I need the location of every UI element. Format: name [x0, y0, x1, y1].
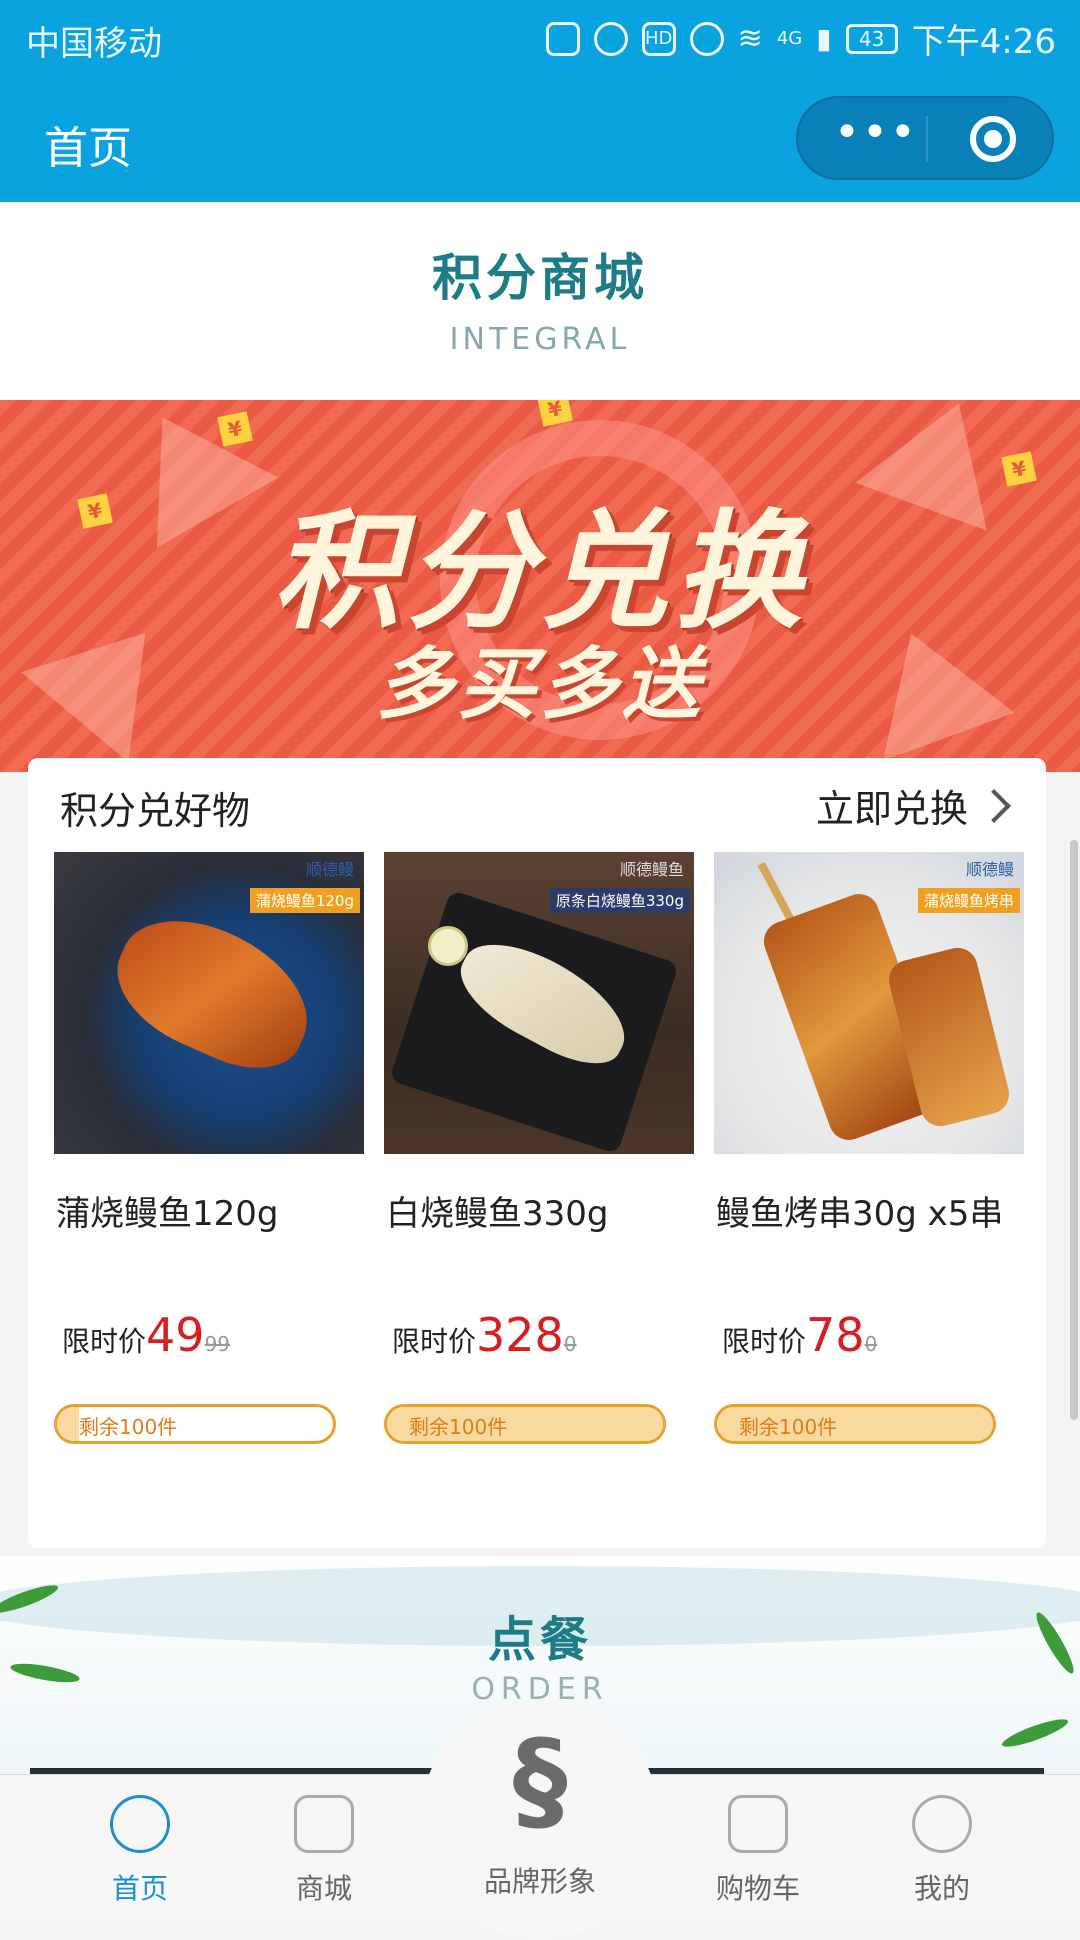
- page-title: 首页: [44, 123, 132, 174]
- tab-label: 购物车: [715, 1872, 800, 1905]
- stock-progress-fill: [57, 1407, 80, 1441]
- product-image-tag: 原条白烧鳗鱼330g: [549, 888, 690, 913]
- carrier-name: 中国移动: [26, 24, 162, 64]
- lemon-slice-image: [428, 926, 468, 966]
- product-image-tag: 蒲烧鳗鱼120g: [249, 888, 360, 913]
- product-price: 限时价3280: [392, 1308, 577, 1362]
- exchange-now-label: 立即兑换: [815, 787, 968, 831]
- product-card[interactable]: 顺德鳗 蒲烧鳗鱼120g 蒲烧鳗鱼120g 限时价4999 剩余100件: [54, 852, 364, 1452]
- status-bar: 中国移动 HD ≋ 4G ▮ 43 下午4:26: [0, 0, 1080, 74]
- tab-label: 我的: [913, 1872, 970, 1905]
- tab-label: 首页: [111, 1872, 168, 1905]
- scrollbar[interactable]: [1070, 840, 1078, 1420]
- stock-text: 剩余100件: [739, 1415, 838, 1439]
- chevron-right-icon: [977, 788, 1011, 823]
- stock-progress: 剩余100件: [54, 1404, 336, 1444]
- miniprogram-capsule: •••: [796, 96, 1054, 180]
- brand-mark: 顺德鳗: [965, 860, 1014, 879]
- shop-icon: [294, 1795, 354, 1853]
- tab-mine[interactable]: 我的: [852, 1775, 1032, 1921]
- stock-text: 剩余100件: [409, 1415, 508, 1439]
- eye-icon: [689, 21, 724, 56]
- product-image[interactable]: 顺德鳗鱼 原条白烧鳗鱼330g: [384, 852, 694, 1154]
- brand-logo-icon: §: [512, 1716, 568, 1844]
- product-card[interactable]: 顺德鳗 蒲烧鳗鱼烤串 鳗鱼烤串30g x5串 限时价780 剩余100件: [714, 852, 1024, 1452]
- promo-banner[interactable]: ¥ ¥ ¥ ¥ 积分兑换 多买多送: [0, 400, 1080, 772]
- brand-mark: 顺德鳗鱼: [619, 860, 684, 879]
- tab-label: 商城: [295, 1872, 352, 1905]
- tab-home[interactable]: 首页: [50, 1775, 230, 1921]
- battery-icon: 43: [845, 23, 898, 54]
- original-price: 99: [204, 1332, 231, 1356]
- product-price: 限时价4999: [62, 1308, 230, 1362]
- price-label: 限时价: [62, 1325, 147, 1358]
- stock-progress: 剩余100件: [714, 1404, 996, 1444]
- integral-title: 积分商城: [432, 249, 648, 307]
- stock-progress: 剩余100件: [384, 1404, 666, 1444]
- banner-subline: 多买多送: [375, 640, 704, 730]
- tab-brand[interactable]: § 品牌形象: [420, 1700, 660, 1940]
- cart-icon: [728, 1795, 788, 1853]
- product-image[interactable]: 顺德鳗 蒲烧鳗鱼烤串: [714, 852, 1024, 1154]
- vibrate-icon: [545, 21, 580, 56]
- product-price: 限时价780: [722, 1308, 877, 1362]
- clock: 下午4:26: [911, 22, 1056, 62]
- tab-shop[interactable]: 商城: [234, 1775, 414, 1921]
- target-circle-icon[interactable]: [970, 116, 1016, 162]
- product-image-tag: 蒲烧鳗鱼烤串: [917, 888, 1020, 913]
- product-name: 鳗鱼烤串30g x5串: [716, 1194, 1004, 1234]
- stock-text: 剩余100件: [79, 1415, 178, 1439]
- price-label: 限时价: [392, 1325, 477, 1358]
- exchange-card: 积分兑好物 立即兑换 顺德鳗 蒲烧鳗鱼120g 蒲烧鳗鱼120g 限时价4999…: [28, 758, 1046, 1548]
- wifi-icon: ≋: [737, 21, 763, 56]
- order-title: 点餐: [487, 1612, 592, 1668]
- price-label: 限时价: [722, 1325, 807, 1358]
- status-icons: HD ≋ 4G ▮ 43 下午4:26: [545, 14, 1056, 63]
- leaf-decoration: [999, 1714, 1071, 1752]
- home-fish-icon: [110, 1795, 170, 1853]
- product-card[interactable]: 顺德鳗鱼 原条白烧鳗鱼330g 白烧鳗鱼330g 限时价3280 剩余100件: [384, 852, 694, 1452]
- exchange-now-link[interactable]: 立即兑换: [815, 778, 1011, 833]
- hd-icon: HD: [641, 21, 676, 56]
- price-value: 78: [806, 1308, 865, 1362]
- tab-cart[interactable]: 购物车: [668, 1775, 848, 1921]
- product-name: 蒲烧鳗鱼120g: [56, 1194, 279, 1234]
- exchange-card-title: 积分兑好物: [60, 789, 251, 833]
- coin-icon: ¥: [217, 411, 253, 447]
- product-image[interactable]: 顺德鳗 蒲烧鳗鱼120g: [54, 852, 364, 1154]
- nav-bar: 首页 •••: [0, 74, 1080, 202]
- original-price: 0: [563, 1332, 577, 1356]
- price-value: 49: [146, 1308, 205, 1362]
- integral-section-header: 积分商城 INTEGRAL: [0, 202, 1080, 400]
- profile-icon: [912, 1795, 972, 1853]
- original-price: 0: [864, 1332, 878, 1356]
- more-dots-icon[interactable]: •••: [834, 111, 916, 158]
- signal-icon: ▮: [816, 22, 832, 55]
- integral-subtitle: INTEGRAL: [449, 322, 631, 357]
- alarm-icon: [593, 21, 628, 56]
- brand-mark: 顺德鳗: [305, 860, 354, 879]
- capsule-divider: [926, 116, 928, 162]
- network-type: 4G: [776, 28, 803, 49]
- eel-fillet-image: [98, 896, 330, 1088]
- price-value: 328: [476, 1308, 564, 1362]
- tab-label: 品牌形象: [483, 1865, 596, 1898]
- product-list: 顺德鳗 蒲烧鳗鱼120g 蒲烧鳗鱼120g 限时价4999 剩余100件 顺德鳗…: [54, 852, 1034, 1452]
- product-name: 白烧鳗鱼330g: [386, 1194, 609, 1234]
